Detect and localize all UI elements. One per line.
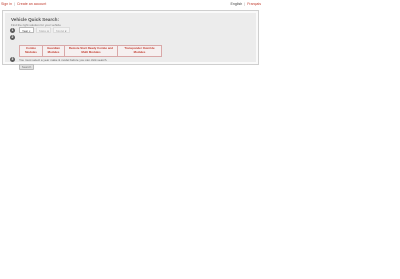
- chevron-down-icon: ▾: [65, 30, 67, 33]
- step-1-icon: 1: [10, 28, 15, 33]
- year-select-value: Year: [22, 29, 29, 33]
- category-tabs: Combo Modules Guardian Modules Remote St…: [19, 45, 162, 57]
- account-links: Sign in | Create an account: [1, 0, 46, 8]
- make-select-value: Make: [39, 29, 47, 33]
- language-switch: English | Français: [230, 0, 261, 8]
- lang-english[interactable]: English: [230, 2, 242, 6]
- search-note: You must select a year make & model befo…: [19, 58, 108, 62]
- category-transponder-override[interactable]: Transponder Override Modules: [117, 45, 162, 57]
- category-combo-modules[interactable]: Combo Modules: [19, 45, 43, 57]
- model-select-value: Model: [56, 29, 65, 33]
- quick-search-panel: Vehicle Quick Search: Find the right sol…: [2, 10, 259, 70]
- make-select[interactable]: Make▾: [36, 27, 51, 33]
- lang-french-link[interactable]: Français: [247, 2, 261, 6]
- search-button[interactable]: Search: [19, 64, 34, 70]
- create-account-link[interactable]: Create an account: [17, 2, 46, 6]
- step-2-icon: 2: [10, 35, 15, 40]
- chevron-down-icon: ▾: [47, 30, 49, 33]
- quick-search-subtitle: Find the right solution for your vehicle: [11, 22, 61, 27]
- chevron-down-icon: ▾: [29, 30, 31, 33]
- category-remote-start-ready[interactable]: Remote Start Ready Combo and Multi Modul…: [64, 45, 118, 57]
- year-select[interactable]: Year▾: [19, 27, 34, 33]
- model-select[interactable]: Model▾: [53, 27, 70, 33]
- top-bar: Sign in | Create an account English | França…: [0, 0, 400, 8]
- step-3-icon: 3: [10, 57, 15, 62]
- sign-in-link[interactable]: Sign in: [1, 2, 12, 6]
- category-guardian-modules[interactable]: Guardian Modules: [42, 45, 65, 57]
- quick-search-title: Vehicle Quick Search:: [11, 17, 60, 22]
